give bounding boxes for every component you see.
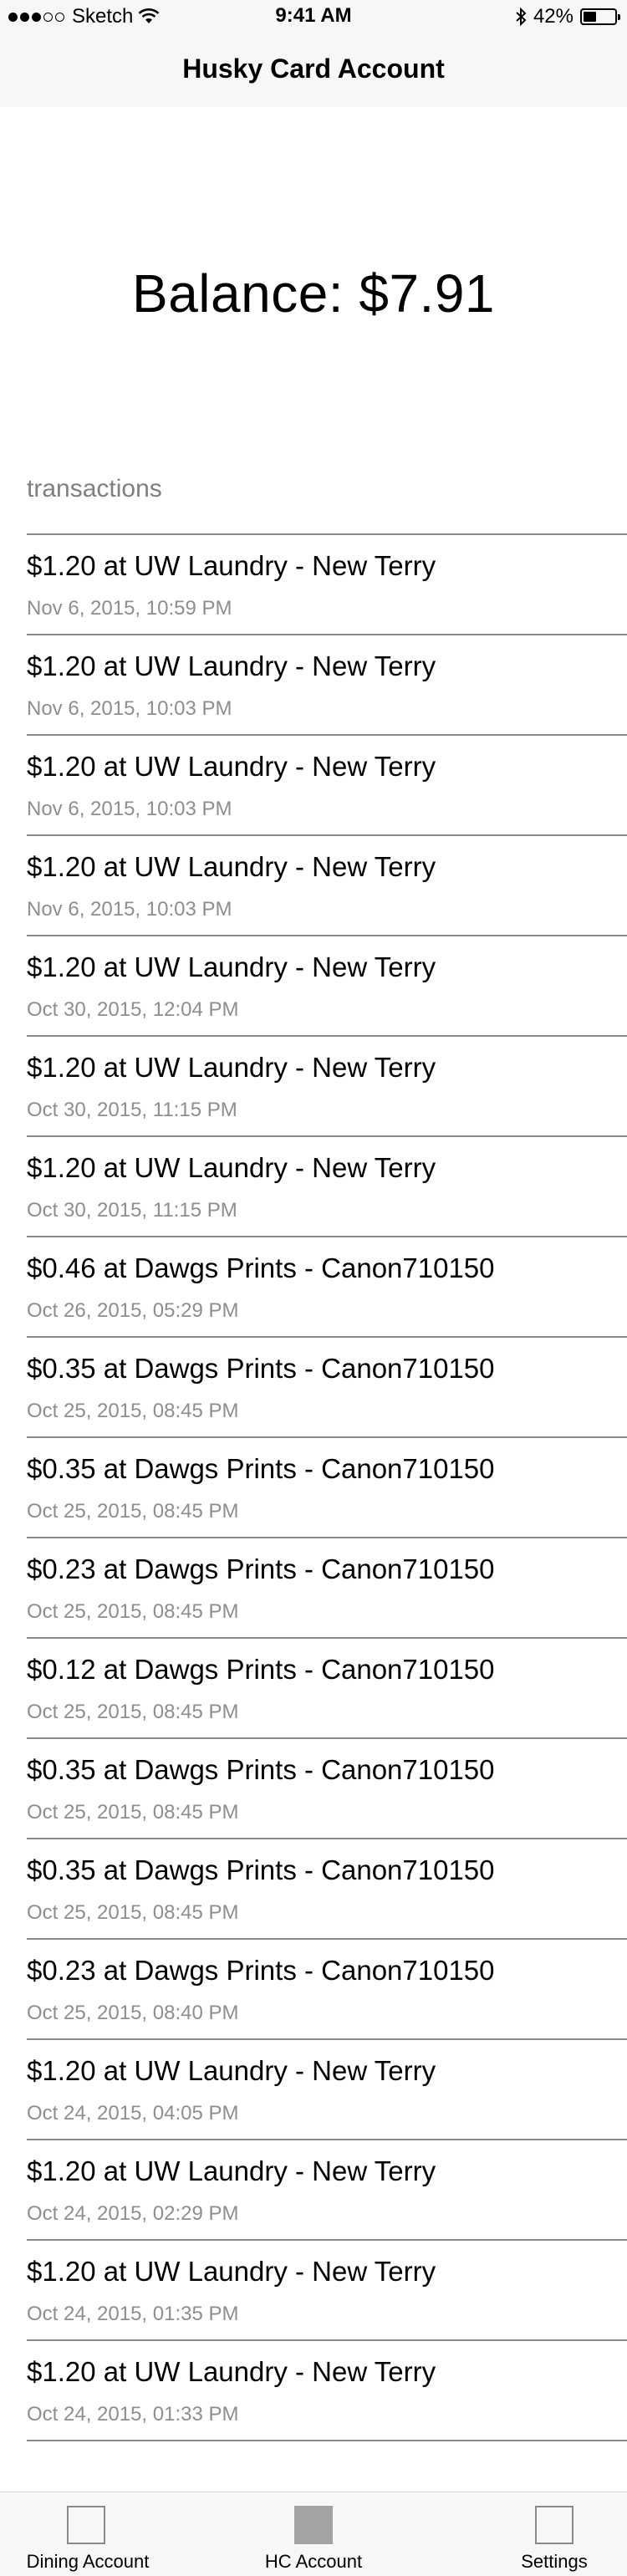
list-end-divider [27,2440,627,2441]
dining-account-icon [67,2506,105,2544]
settings-icon [535,2506,573,2544]
status-right: 42% [515,5,620,28]
transaction-row[interactable]: $0.23 at Dawgs Prints - Canon710150 Oct 2… [27,1938,627,2038]
transaction-row[interactable]: $1.20 at UW Laundry - New Terry Nov 6, 20… [27,834,627,935]
transaction-title: $1.20 at UW Laundry - New Terry [27,650,436,681]
transaction-row[interactable]: $0.35 at Dawgs Prints - Canon710150 Oct 2… [27,1436,627,1537]
transaction-date: Nov 6, 2015, 10:59 PM [27,597,232,620]
transaction-date: Oct 24, 2015, 02:29 PM [27,2202,239,2225]
transaction-row[interactable]: $0.35 at Dawgs Prints - Canon710150 Oct 2… [27,1336,627,1436]
transactions-list: $1.20 at UW Laundry - New Terry Nov 6, 20… [0,533,627,2441]
transaction-title: $1.20 at UW Laundry - New Terry [27,2055,436,2086]
transaction-title: $1.20 at UW Laundry - New Terry [27,2256,436,2287]
transaction-title: $0.46 at Dawgs Prints - Canon710150 [27,1252,495,1283]
transactions-section-label: transactions [27,475,162,502]
transaction-title: $1.20 at UW Laundry - New Terry [27,951,436,982]
transaction-title: $1.20 at UW Laundry - New Terry [27,751,436,782]
transaction-title: $0.35 at Dawgs Prints - Canon710150 [27,1353,495,1384]
transaction-title: $1.20 at UW Laundry - New Terry [27,2155,436,2186]
transaction-row[interactable]: $0.35 at Dawgs Prints - Canon710150 Oct 2… [27,1737,627,1838]
transaction-date: Oct 25, 2015, 08:45 PM [27,1600,239,1623]
balance-display: Balance: $7.91 [132,263,495,324]
transaction-row[interactable]: $1.20 at UW Laundry - New Terry Nov 6, 20… [27,634,627,734]
transaction-date: Nov 6, 2015, 10:03 PM [27,898,232,921]
transaction-date: Oct 30, 2015, 11:15 PM [27,1199,237,1222]
transaction-date: Oct 25, 2015, 08:45 PM [27,1801,239,1824]
tab-bar: Dining Account HC Account Settings [0,2492,627,2576]
transaction-row[interactable]: $1.20 at UW Laundry - New Terry Oct 24, 2… [27,2139,627,2239]
transaction-row[interactable]: $1.20 at UW Laundry - New Terry Oct 24, 2… [27,2339,627,2440]
transaction-date: Oct 30, 2015, 12:04 PM [27,998,239,1021]
transaction-title: $1.20 at UW Laundry - New Terry [27,1052,436,1083]
transaction-title: $0.35 at Dawgs Prints - Canon710150 [27,1754,495,1785]
transaction-title: $1.20 at UW Laundry - New Terry [27,550,436,581]
transaction-date: Oct 24, 2015, 04:05 PM [27,2102,239,2125]
transaction-date: Oct 25, 2015, 08:45 PM [27,1901,239,1924]
hc-account-icon [294,2506,333,2544]
transaction-date: Oct 24, 2015, 01:35 PM [27,2303,239,2325]
transaction-row[interactable]: $1.20 at UW Laundry - New Terry Oct 30, 2… [27,935,627,1035]
bluetooth-icon [516,7,527,27]
page-title: Husky Card Account [182,54,445,84]
tab-hc-account[interactable]: HC Account [213,2492,414,2576]
transaction-date: Oct 26, 2015, 05:29 PM [27,1299,239,1322]
transaction-title: $0.23 at Dawgs Prints - Canon710150 [27,1553,495,1584]
transaction-row[interactable]: $1.20 at UW Laundry - New Terry Oct 24, 2… [27,2239,627,2339]
transaction-row[interactable]: $1.20 at UW Laundry - New Terry Nov 6, 20… [27,533,627,634]
transaction-date: Oct 25, 2015, 08:45 PM [27,1400,239,1422]
transaction-row[interactable]: $0.12 at Dawgs Prints - Canon710150 Oct 2… [27,1637,627,1737]
navigation-bar: Husky Card Account [0,33,627,107]
tab-label-hc-account: HC Account [264,2551,363,2572]
battery-percent: 42% [533,5,573,28]
transaction-row[interactable]: $1.20 at UW Laundry - New Terry Nov 6, 20… [27,734,627,834]
transaction-row[interactable]: $1.20 at UW Laundry - New Terry Oct 30, 2… [27,1035,627,1135]
transaction-row[interactable]: $1.20 at UW Laundry - New Terry Oct 30, 2… [27,1135,627,1236]
tab-label-dining-account: Dining Account [26,2551,150,2572]
transaction-date: Oct 25, 2015, 08:40 PM [27,2002,239,2024]
tab-settings[interactable]: Settings [485,2492,627,2576]
transaction-title: $1.20 at UW Laundry - New Terry [27,1152,436,1183]
transaction-row[interactable]: $0.35 at Dawgs Prints - Canon710150 Oct 2… [27,1838,627,1938]
transaction-title: $0.23 at Dawgs Prints - Canon710150 [27,1955,495,1986]
transaction-row[interactable]: $0.23 at Dawgs Prints - Canon710150 Oct 2… [27,1537,627,1637]
transaction-title: $0.12 at Dawgs Prints - Canon710150 [27,1654,495,1685]
transaction-date: Oct 25, 2015, 08:45 PM [27,1500,239,1523]
battery-icon [580,8,620,25]
status-bar: Sketch 9:41 AM 42% [0,0,627,33]
transaction-title: $1.20 at UW Laundry - New Terry [27,2356,436,2387]
transaction-date: Nov 6, 2015, 10:03 PM [27,798,232,820]
transaction-date: Oct 24, 2015, 01:33 PM [27,2403,239,2426]
transaction-date: Oct 25, 2015, 08:45 PM [27,1701,239,1723]
tab-dining-account[interactable]: Dining Account [0,2492,176,2576]
tab-label-settings: Settings [521,2551,588,2572]
transaction-row[interactable]: $1.20 at UW Laundry - New Terry Oct 24, 2… [27,2038,627,2139]
transaction-title: $0.35 at Dawgs Prints - Canon710150 [27,1453,495,1484]
transaction-date: Oct 30, 2015, 11:15 PM [27,1099,237,1121]
transaction-title: $1.20 at UW Laundry - New Terry [27,851,436,882]
transaction-row[interactable]: $0.46 at Dawgs Prints - Canon710150 Oct 2… [27,1236,627,1336]
transaction-title: $0.35 at Dawgs Prints - Canon710150 [27,1854,495,1885]
transaction-date: Nov 6, 2015, 10:03 PM [27,697,232,720]
